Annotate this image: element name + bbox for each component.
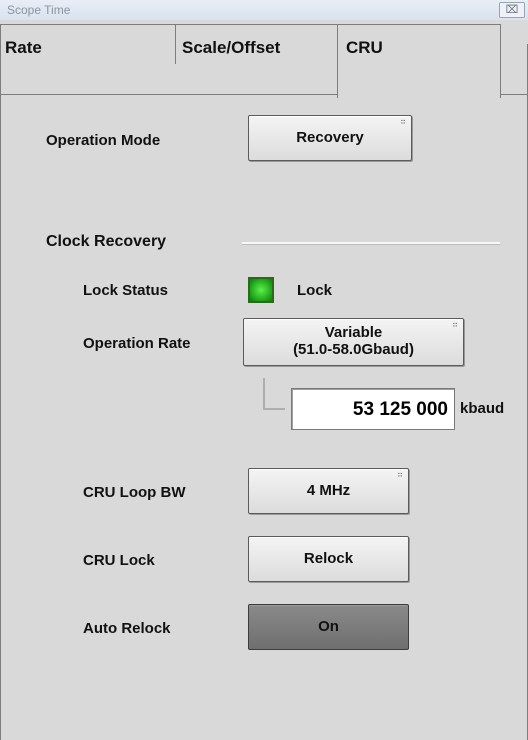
operation-rate-value-line1: Variable <box>324 324 383 341</box>
cru-loop-bw-button[interactable]: 4 MHz ⠶ <box>248 468 409 514</box>
tab-scale-offset-label: Scale/Offset <box>182 38 281 57</box>
auto-relock-value: On <box>318 618 339 635</box>
lock-status-label: Lock Status <box>83 282 169 299</box>
connector-line-vertical <box>263 378 265 408</box>
close-icon[interactable]: ⌧ <box>499 2 525 18</box>
cru-loop-bw-label: CRU Loop BW <box>83 484 186 501</box>
dropdown-indicator-icon: ⠶ <box>400 117 406 126</box>
operation-rate-value-line2: (51.0-58.0Gbaud) <box>293 341 414 358</box>
panel-border-left <box>0 44 1 740</box>
lock-status-text: Lock <box>297 282 333 299</box>
operation-mode-label: Operation Mode <box>46 132 161 149</box>
connector-line-horizontal <box>263 408 285 410</box>
window-title: Scope Time <box>7 3 71 17</box>
operation-rate-input[interactable]: 53 125 000 <box>291 388 455 430</box>
section-divider <box>242 242 500 245</box>
lock-status-led-icon <box>248 277 274 303</box>
tab-cru-right-edge <box>500 44 501 95</box>
tab-baseline-right <box>501 94 528 95</box>
relock-button-label: Relock <box>303 550 354 567</box>
tab-baseline-left <box>0 94 337 95</box>
dropdown-indicator-icon: ⠶ <box>397 470 403 479</box>
tab-rate[interactable]: Rate <box>0 24 176 64</box>
cru-loop-bw-value: 4 MHz <box>306 482 351 499</box>
operation-mode-value: Recovery <box>296 129 364 146</box>
window-titlebar: Scope Time ⌧ <box>0 0 528 21</box>
operation-rate-label: Operation Rate <box>83 335 191 352</box>
tab-cru[interactable]: CRU <box>337 24 501 98</box>
dropdown-indicator-icon: ⠶ <box>452 320 458 329</box>
tab-cru-label: CRU <box>346 38 383 57</box>
operation-rate-button[interactable]: Variable (51.0-58.0Gbaud) ⠶ <box>243 318 464 366</box>
tab-scale-offset[interactable]: Scale/Offset <box>175 24 338 64</box>
auto-relock-toggle[interactable]: On <box>248 604 409 650</box>
relock-button[interactable]: Relock <box>248 536 409 582</box>
cru-lock-label: CRU Lock <box>83 552 155 569</box>
operation-mode-button[interactable]: Recovery ⠶ <box>248 115 412 161</box>
operation-rate-unit: kbaud <box>460 400 505 417</box>
auto-relock-label: Auto Relock <box>83 620 171 637</box>
clock-recovery-heading: Clock Recovery <box>46 233 167 250</box>
tab-rate-label: Rate <box>5 38 42 57</box>
